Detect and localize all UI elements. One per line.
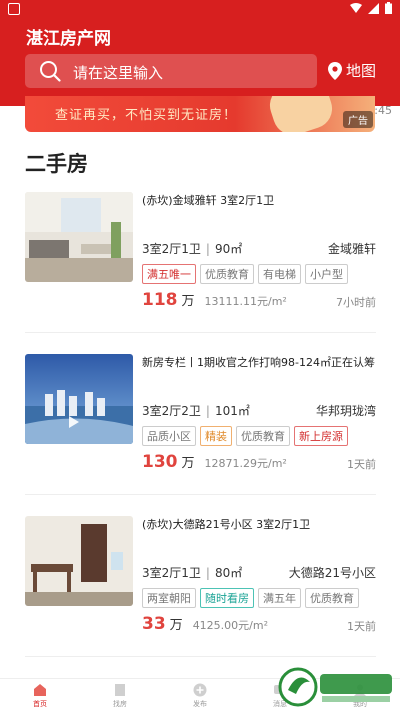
posted-time: 7小时前 <box>336 296 376 309</box>
tab-find-house[interactable]: 找房 <box>80 679 160 712</box>
tag: 品质小区 <box>142 426 196 446</box>
ad-label: 广告 <box>343 111 373 128</box>
listing-tags: 两室朝阳 随时看房 满五年 优质教育 <box>142 588 359 608</box>
tag: 新上房源 <box>294 426 348 446</box>
listing-title: 新房专栏丨1期收官之作打响98-124㎡正在认筹 <box>142 356 375 369</box>
banner-text: 查证再买，不怕买到无证房！ <box>55 108 238 123</box>
tag: 满五年 <box>258 588 301 608</box>
price-row: 33 万 4125.00元/m² <box>142 614 268 634</box>
price-row: 118 万 13111.11元/m² <box>142 290 287 310</box>
price-unit: 万 <box>181 456 195 471</box>
listing-community: 金域雅轩 <box>327 242 376 256</box>
listing-item[interactable]: (赤坎)大德路21号小区 3室2厅1卫 3室2厅1卫 | 80㎡ 大德路21号小区 … <box>25 516 376 676</box>
listing-photo <box>25 192 133 282</box>
listing-area: 90㎡ <box>214 242 243 256</box>
listing-tags: 品质小区 精装 优质教育 新上房源 <box>142 426 348 446</box>
app-title: 湛江房产网 <box>26 29 111 49</box>
posted-time: 1天前 <box>347 458 376 471</box>
price-unit: 万 <box>181 294 195 309</box>
unit-price: 4125.00元/m² <box>192 619 269 632</box>
listing-area: 101㎡ <box>214 404 250 418</box>
location-pin-icon <box>328 61 342 80</box>
posted-time: 1天前 <box>347 620 376 633</box>
ad-banner[interactable]: 查证再买，不怕买到无证房！ 广告 <box>25 96 375 132</box>
tag: 优质教育 <box>305 588 359 608</box>
tab-publish[interactable]: 发布 <box>160 679 240 712</box>
tab-label: 发布 <box>193 700 207 708</box>
tag: 精装 <box>200 426 232 446</box>
unit-price: 13111.11元/m² <box>204 295 287 308</box>
plus-circle-icon <box>193 683 207 697</box>
tag: 优质教育 <box>200 264 254 284</box>
listing-item[interactable]: 新房专栏丨1期收官之作打响98-124㎡正在认筹 3室2厅2卫 | 101㎡ 华邦玥… <box>25 354 376 514</box>
signal-icon <box>368 2 379 14</box>
tab-label: 找房 <box>113 700 127 708</box>
price-row: 130 万 12871.29元/m² <box>142 452 287 472</box>
tag: 随时看房 <box>200 588 254 608</box>
listing-community: 华邦玥珑湾 <box>315 404 376 418</box>
tag: 两室朝阳 <box>142 588 196 608</box>
price-unit: 万 <box>169 618 183 633</box>
total-price: 33 <box>142 614 166 634</box>
status-bar: 4:45 <box>0 0 400 117</box>
listing-photo <box>25 516 133 606</box>
wifi-icon <box>350 2 362 13</box>
listing-item[interactable]: (赤坎)金域雅轩 3室2厅1卫 3室2厅1卫 | 90㎡ 金域雅轩 满五唯一 优质教… <box>25 192 376 352</box>
listing-photo <box>25 354 133 444</box>
tag: 满五唯一 <box>142 264 196 284</box>
total-price: 130 <box>142 452 178 472</box>
listing-layout: 3室2厅1卫 <box>142 242 201 256</box>
search-placeholder: 请在这里输入 <box>73 64 164 82</box>
search-input[interactable]: 请在这里输入 <box>25 54 317 88</box>
map-button[interactable]: 地图 <box>328 60 376 81</box>
listing-tags: 满五唯一 优质教育 有电梯 小户型 <box>142 264 348 284</box>
listing-area: 80㎡ <box>214 566 243 580</box>
app-header: 湛江房产网 请在这里输入 地图 <box>0 18 400 106</box>
listing-title: (赤坎)金域雅轩 3室2厅1卫 <box>142 194 275 207</box>
app-notification-icon <box>8 3 20 15</box>
tag: 小户型 <box>305 264 348 284</box>
search-icon <box>40 61 61 82</box>
home-icon <box>34 684 46 696</box>
listing-spec: 3室2厅2卫 | 101㎡ <box>142 404 250 418</box>
tag: 优质教育 <box>236 426 290 446</box>
battery-icon <box>385 2 392 14</box>
divider <box>25 656 376 657</box>
tag: 有电梯 <box>258 264 301 284</box>
unit-price: 12871.29元/m² <box>204 457 287 470</box>
building-icon <box>115 684 125 696</box>
total-price: 118 <box>142 290 178 310</box>
section-title: 二手房 <box>25 152 88 176</box>
divider <box>25 494 376 495</box>
listing-title: (赤坎)大德路21号小区 3室2厅1卫 <box>142 518 311 531</box>
map-label: 地图 <box>346 62 377 80</box>
listing-spec: 3室2厅1卫 | 80㎡ <box>142 566 243 580</box>
banner-decoration <box>264 96 338 132</box>
listing-layout: 3室2厅1卫 <box>142 566 201 580</box>
site-watermark-logo <box>278 667 392 707</box>
tab-label: 首页 <box>33 700 47 708</box>
listing-spec: 3室2厅1卫 | 90㎡ <box>142 242 243 256</box>
listing-community: 大德路21号小区 <box>288 566 376 580</box>
divider <box>25 332 376 333</box>
listing-layout: 3室2厅2卫 <box>142 404 201 418</box>
tab-home[interactable]: 首页 <box>0 679 80 712</box>
